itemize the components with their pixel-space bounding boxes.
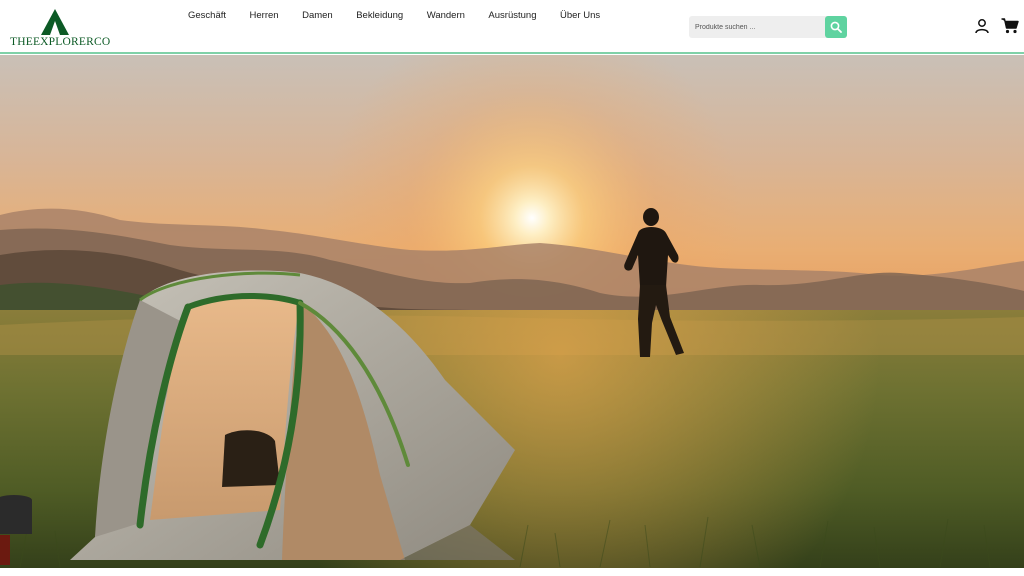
nav-item-ueber-uns[interactable]: Über Uns — [560, 10, 600, 24]
search-input[interactable] — [689, 16, 825, 38]
brand-logo[interactable]: THEEXPLORERCO — [10, 8, 110, 48]
main-navigation: Geschäft Herren Damen Bekleidung Wandern… — [188, 10, 600, 24]
tent-logo-icon — [41, 9, 69, 35]
search-icon — [830, 21, 842, 33]
nav-item-damen[interactable]: Damen — [302, 10, 333, 24]
cart-icon[interactable] — [1001, 18, 1019, 34]
nav-item-geschaeft[interactable]: Geschäft — [188, 10, 226, 24]
brand-name: THEEXPLORERCO — [10, 36, 111, 48]
nav-item-wandern[interactable]: Wandern — [427, 10, 465, 24]
nav-item-ausruestung[interactable]: Ausrüstung — [488, 10, 536, 24]
site-header: THEEXPLORERCO Geschäft Herren Damen Bekl… — [0, 0, 1024, 54]
page-bottom-strip — [0, 568, 1024, 576]
user-icon[interactable] — [974, 18, 990, 34]
hero-banner — [0, 55, 1024, 568]
nav-item-herren[interactable]: Herren — [250, 10, 279, 24]
nav-item-bekleidung[interactable]: Bekleidung — [356, 10, 403, 24]
search-button[interactable] — [825, 16, 847, 38]
hero-image — [0, 55, 1024, 568]
search-bar — [689, 16, 847, 38]
